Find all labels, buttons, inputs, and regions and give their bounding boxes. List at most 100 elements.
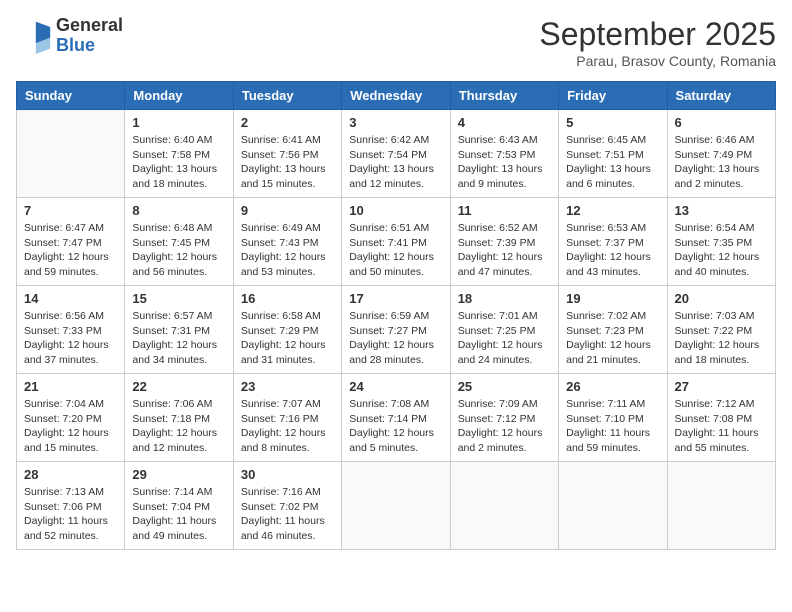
header-tuesday: Tuesday [233,82,341,110]
day-number: 8 [132,203,225,218]
day-info: Sunrise: 7:16 AMSunset: 7:02 PMDaylight:… [241,485,334,544]
day-info: Sunrise: 7:09 AMSunset: 7:12 PMDaylight:… [458,397,551,456]
header-monday: Monday [125,82,233,110]
calendar-cell: 19Sunrise: 7:02 AMSunset: 7:23 PMDayligh… [559,286,667,374]
calendar-cell: 7 Sunrise: 6:47 AMSunset: 7:47 PMDaylight… [17,198,125,286]
day-info: Sunrise: 6:57 AMSunset: 7:31 PMDaylight:… [132,309,225,368]
calendar-cell: 30 Sunrise: 7:16 AMSunset: 7:02 PMDayligh… [233,462,341,550]
day-info: Sunrise: 6:49 AMSunset: 7:43 PMDaylight:… [241,221,334,280]
header-saturday: Saturday [667,82,775,110]
month-title: September 2025 [539,16,776,53]
day-number: 17 [349,291,442,306]
day-number: 26 [566,379,659,394]
calendar-cell: 10 Sunrise: 6:51 AMSunset: 7:41 PMDayligh… [342,198,450,286]
header-wednesday: Wednesday [342,82,450,110]
day-number: 20 [675,291,768,306]
calendar-table: SundayMondayTuesdayWednesdayThursdayFrid… [16,81,776,550]
day-number: 29 [132,467,225,482]
day-number: 11 [458,203,551,218]
calendar-cell: 13Sunrise: 6:54 AMSunset: 7:35 PMDayligh… [667,198,775,286]
calendar-header-row: SundayMondayTuesdayWednesdayThursdayFrid… [17,82,776,110]
day-number: 13 [675,203,768,218]
day-info: Sunrise: 6:59 AMSunset: 7:27 PMDaylight:… [349,309,442,368]
page-header: General Blue September 2025 Parau, Braso… [16,16,776,69]
day-info: Sunrise: 6:40 AMSunset: 7:58 PMDaylight:… [132,133,225,192]
day-info: Sunrise: 7:06 AMSunset: 7:18 PMDaylight:… [132,397,225,456]
day-number: 5 [566,115,659,130]
calendar-cell: 9 Sunrise: 6:49 AMSunset: 7:43 PMDaylight… [233,198,341,286]
day-number: 2 [241,115,334,130]
calendar-cell: 28Sunrise: 7:13 AMSunset: 7:06 PMDayligh… [17,462,125,550]
calendar-cell [559,462,667,550]
calendar-cell [667,462,775,550]
day-number: 21 [24,379,117,394]
calendar-cell: 14 Sunrise: 6:56 AMSunset: 7:33 PMDayligh… [17,286,125,374]
calendar-cell: 11 Sunrise: 6:52 AMSunset: 7:39 PMDayligh… [450,198,558,286]
day-info: Sunrise: 6:56 AMSunset: 7:33 PMDaylight:… [24,309,117,368]
calendar-cell [450,462,558,550]
logo-icon [16,18,52,54]
calendar-cell: 4Sunrise: 6:43 AMSunset: 7:53 PMDaylight… [450,110,558,198]
day-number: 23 [241,379,334,394]
day-number: 22 [132,379,225,394]
location-subtitle: Parau, Brasov County, Romania [539,53,776,69]
calendar-cell: 23Sunrise: 7:07 AMSunset: 7:16 PMDayligh… [233,374,341,462]
calendar-cell: 12Sunrise: 6:53 AMSunset: 7:37 PMDayligh… [559,198,667,286]
header-thursday: Thursday [450,82,558,110]
week-row-5: 28Sunrise: 7:13 AMSunset: 7:06 PMDayligh… [17,462,776,550]
day-info: Sunrise: 7:13 AMSunset: 7:06 PMDaylight:… [24,485,117,544]
day-info: Sunrise: 6:42 AMSunset: 7:54 PMDaylight:… [349,133,442,192]
day-number: 30 [241,467,334,482]
day-info: Sunrise: 7:08 AMSunset: 7:14 PMDaylight:… [349,397,442,456]
header-friday: Friday [559,82,667,110]
logo-blue: Blue [56,35,95,55]
day-info: Sunrise: 7:12 AMSunset: 7:08 PMDaylight:… [675,397,768,456]
day-number: 1 [132,115,225,130]
day-number: 9 [241,203,334,218]
calendar-cell: 27Sunrise: 7:12 AMSunset: 7:08 PMDayligh… [667,374,775,462]
calendar-cell: 18Sunrise: 7:01 AMSunset: 7:25 PMDayligh… [450,286,558,374]
day-info: Sunrise: 6:46 AMSunset: 7:49 PMDaylight:… [675,133,768,192]
day-info: Sunrise: 6:58 AMSunset: 7:29 PMDaylight:… [241,309,334,368]
day-info: Sunrise: 6:43 AMSunset: 7:53 PMDaylight:… [458,133,551,192]
calendar-cell: 20 Sunrise: 7:03 AMSunset: 7:22 PMDayligh… [667,286,775,374]
day-info: Sunrise: 6:53 AMSunset: 7:37 PMDaylight:… [566,221,659,280]
calendar-cell: 5 Sunrise: 6:45 AMSunset: 7:51 PMDaylight… [559,110,667,198]
title-block: September 2025 Parau, Brasov County, Rom… [539,16,776,69]
day-number: 10 [349,203,442,218]
calendar-cell: 8 Sunrise: 6:48 AMSunset: 7:45 PMDaylight… [125,198,233,286]
day-info: Sunrise: 6:51 AMSunset: 7:41 PMDaylight:… [349,221,442,280]
calendar-cell: 29 Sunrise: 7:14 AMSunset: 7:04 PMDayligh… [125,462,233,550]
calendar-cell: 16Sunrise: 6:58 AMSunset: 7:29 PMDayligh… [233,286,341,374]
day-info: Sunrise: 7:14 AMSunset: 7:04 PMDaylight:… [132,485,225,544]
calendar-cell [342,462,450,550]
calendar-cell: 3Sunrise: 6:42 AMSunset: 7:54 PMDaylight… [342,110,450,198]
logo-general: General [56,15,123,35]
week-row-2: 7 Sunrise: 6:47 AMSunset: 7:47 PMDaylight… [17,198,776,286]
header-sunday: Sunday [17,82,125,110]
calendar-cell: 17 Sunrise: 6:59 AMSunset: 7:27 PMDayligh… [342,286,450,374]
day-number: 19 [566,291,659,306]
week-row-1: 1 Sunrise: 6:40 AMSunset: 7:58 PMDaylight… [17,110,776,198]
week-row-4: 21 Sunrise: 7:04 AMSunset: 7:20 PMDayligh… [17,374,776,462]
day-info: Sunrise: 6:48 AMSunset: 7:45 PMDaylight:… [132,221,225,280]
week-row-3: 14 Sunrise: 6:56 AMSunset: 7:33 PMDayligh… [17,286,776,374]
calendar-cell: 21 Sunrise: 7:04 AMSunset: 7:20 PMDayligh… [17,374,125,462]
logo-text: General Blue [56,16,123,56]
day-info: Sunrise: 6:45 AMSunset: 7:51 PMDaylight:… [566,133,659,192]
day-number: 24 [349,379,442,394]
calendar-cell: 22 Sunrise: 7:06 AMSunset: 7:18 PMDayligh… [125,374,233,462]
day-number: 14 [24,291,117,306]
calendar-cell: 15Sunrise: 6:57 AMSunset: 7:31 PMDayligh… [125,286,233,374]
day-number: 18 [458,291,551,306]
calendar-cell: 2Sunrise: 6:41 AMSunset: 7:56 PMDaylight… [233,110,341,198]
day-info: Sunrise: 6:47 AMSunset: 7:47 PMDaylight:… [24,221,117,280]
day-number: 7 [24,203,117,218]
day-number: 6 [675,115,768,130]
calendar-cell: 1 Sunrise: 6:40 AMSunset: 7:58 PMDaylight… [125,110,233,198]
day-info: Sunrise: 7:03 AMSunset: 7:22 PMDaylight:… [675,309,768,368]
day-info: Sunrise: 7:11 AMSunset: 7:10 PMDaylight:… [566,397,659,456]
logo: General Blue [16,16,123,56]
day-info: Sunrise: 6:52 AMSunset: 7:39 PMDaylight:… [458,221,551,280]
day-info: Sunrise: 7:04 AMSunset: 7:20 PMDaylight:… [24,397,117,456]
